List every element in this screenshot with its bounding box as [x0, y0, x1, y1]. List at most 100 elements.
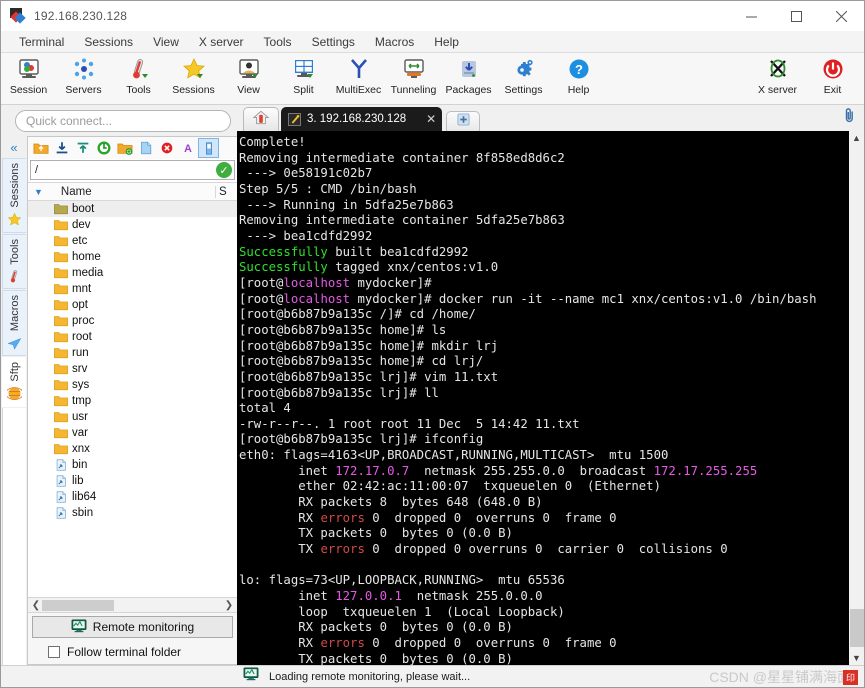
list-item-label: mnt [72, 283, 92, 295]
terminal-line: ---> 0e58191c02b7 [239, 166, 848, 182]
list-item[interactable]: lib64 [28, 489, 237, 505]
list-item[interactable]: home [28, 249, 237, 265]
terminal-scrollbar-thumb[interactable] [850, 609, 864, 647]
list-item[interactable]: media [28, 265, 237, 281]
column-header-name[interactable]: ▼ Name [28, 186, 215, 198]
list-item[interactable]: opt [28, 297, 237, 313]
column-header-size[interactable]: S [215, 185, 237, 198]
collapse-sidebar-button[interactable]: « [10, 138, 17, 158]
toolbar-button-tunneling[interactable]: Tunneling [386, 55, 441, 105]
new-file-icon[interactable] [135, 138, 156, 158]
file-list[interactable]: boot dev etc home media mnt opt proc root run srv s… [28, 201, 237, 597]
list-item[interactable]: xnx [28, 441, 237, 457]
toolbar-button-session[interactable]: Session [1, 55, 56, 105]
follow-terminal-folder-row[interactable]: Follow terminal folder [32, 645, 233, 659]
menu-item-macros[interactable]: Macros [365, 31, 424, 53]
window-controls [729, 1, 864, 31]
toolbar-button-view[interactable]: View [221, 55, 276, 105]
toolbar-label: MultiExec [335, 84, 382, 96]
scroll-left-icon[interactable]: ❮ [30, 600, 42, 611]
hscroll-thumb[interactable] [42, 600, 114, 611]
terminal-text: [root@b6b87b9a135c lrj]# ifconfig [239, 432, 484, 447]
menu-item-terminal[interactable]: Terminal [9, 31, 74, 53]
toolbar-button-settings[interactable]: Settings [496, 55, 551, 105]
menu-item-tools[interactable]: Tools [254, 31, 302, 53]
text-editor-icon[interactable] [198, 138, 219, 158]
list-item-label: dev [72, 219, 91, 231]
list-item[interactable]: tmp [28, 393, 237, 409]
paperclip-icon[interactable] [842, 107, 857, 128]
list-item[interactable]: lib [28, 473, 237, 489]
toolbar-label: Exit [823, 84, 842, 96]
terminal-text: 0 dropped 0 overruns 0 carrier 0 collisi… [364, 542, 728, 557]
terminal-scrollbar[interactable]: ▲ ▼ [848, 131, 864, 665]
check-circle-icon[interactable]: ✓ [216, 162, 232, 178]
toolbar-button-xserver[interactable]: X server [750, 55, 805, 105]
delete-icon[interactable] [156, 138, 177, 158]
symlink-file-icon [54, 475, 68, 487]
download-icon[interactable] [51, 138, 72, 158]
maximize-button[interactable] [774, 1, 819, 31]
remote-monitoring-button[interactable]: Remote monitoring [32, 616, 233, 638]
sidebar-item-sessions[interactable]: Sessions [2, 158, 26, 233]
menu-item-settings[interactable]: Settings [302, 31, 365, 53]
sidebar-item-tools[interactable]: Tools [2, 233, 26, 290]
toolbar-button-packages[interactable]: Packages [441, 55, 496, 105]
terminal-text: ---> Running in 5dfa25e7b863 [239, 197, 454, 212]
list-item[interactable]: mnt [28, 281, 237, 297]
scroll-right-icon[interactable]: ❯ [223, 600, 235, 611]
close-icon[interactable]: ✕ [426, 112, 436, 126]
list-item[interactable]: sys [28, 377, 237, 393]
list-item[interactable]: etc [28, 233, 237, 249]
menu-item-view[interactable]: View [143, 31, 189, 53]
list-item[interactable]: boot [28, 201, 237, 217]
sidebar-item-sftp[interactable]: Sftp [2, 357, 26, 407]
toolbar-button-sessions[interactable]: Sessions [166, 55, 221, 105]
sidebar-item-macros[interactable]: Macros [2, 290, 26, 357]
star-icon [7, 211, 22, 229]
terminal-text: mydocker]# docker run -it --name mc1 xnx… [350, 291, 817, 306]
list-item[interactable]: run [28, 345, 237, 361]
sftp-bottom-bar: Remote monitoring Follow terminal folder [28, 612, 237, 664]
home-tab-button[interactable] [243, 107, 279, 131]
toolbar-button-servers[interactable]: Servers [56, 55, 111, 105]
new-folder-icon[interactable] [114, 138, 135, 158]
close-button[interactable] [819, 1, 864, 31]
toolbar-button-tools[interactable]: Tools [111, 55, 166, 105]
list-item[interactable]: dev [28, 217, 237, 233]
parent-folder-icon[interactable] [30, 138, 51, 158]
chevron-down-icon[interactable]: ▼ [852, 651, 861, 665]
quick-connect-input[interactable]: Quick connect... [15, 110, 231, 132]
list-item[interactable]: usr [28, 409, 237, 425]
minimize-button[interactable] [729, 1, 774, 31]
file-list-hscrollbar[interactable]: ❮ ❯ [28, 597, 237, 612]
list-item[interactable]: var [28, 425, 237, 441]
list-item[interactable]: srv [28, 361, 237, 377]
toolbar-label: Servers [65, 84, 102, 96]
follow-terminal-checkbox[interactable] [48, 646, 60, 658]
toolbar-button-exit[interactable]: Exit [805, 55, 860, 105]
terminal-tab[interactable]: 3. 192.168.230.128 ✕ [281, 107, 443, 131]
terminal-line: [root@b6b87b9a135c home]# cd lrj/ [239, 354, 848, 370]
toolbar-button-multiexec[interactable]: MultiExec [331, 55, 386, 105]
list-item[interactable]: proc [28, 313, 237, 329]
terminal-line: RX errors 0 dropped 0 overruns 0 frame 0 [239, 511, 848, 527]
menu-item-help[interactable]: Help [424, 31, 469, 53]
toolbar-button-help[interactable]: ? Help [551, 55, 606, 105]
toolbar-button-split[interactable]: Split [276, 55, 331, 105]
new-tab-button[interactable] [446, 111, 481, 131]
upload-icon[interactable] [72, 138, 93, 158]
menu-item-xserver[interactable]: X server [189, 31, 254, 53]
refresh-icon[interactable] [93, 138, 114, 158]
list-item[interactable]: bin [28, 457, 237, 473]
list-item-label: lib [72, 475, 84, 487]
list-item[interactable]: root [28, 329, 237, 345]
menu-item-sessions[interactable]: Sessions [74, 31, 143, 53]
list-item[interactable]: sbin [28, 505, 237, 521]
sftp-path-input[interactable]: / ✓ [30, 160, 235, 180]
terminal-text: netmask 255.0.0.0 [401, 589, 543, 604]
rename-icon[interactable]: A [177, 138, 198, 158]
terminal-output[interactable]: Complete! Removing intermediate container… [237, 131, 848, 665]
chevron-up-icon[interactable]: ▲ [852, 131, 861, 145]
terminal-area: Complete! Removing intermediate container… [237, 131, 864, 665]
